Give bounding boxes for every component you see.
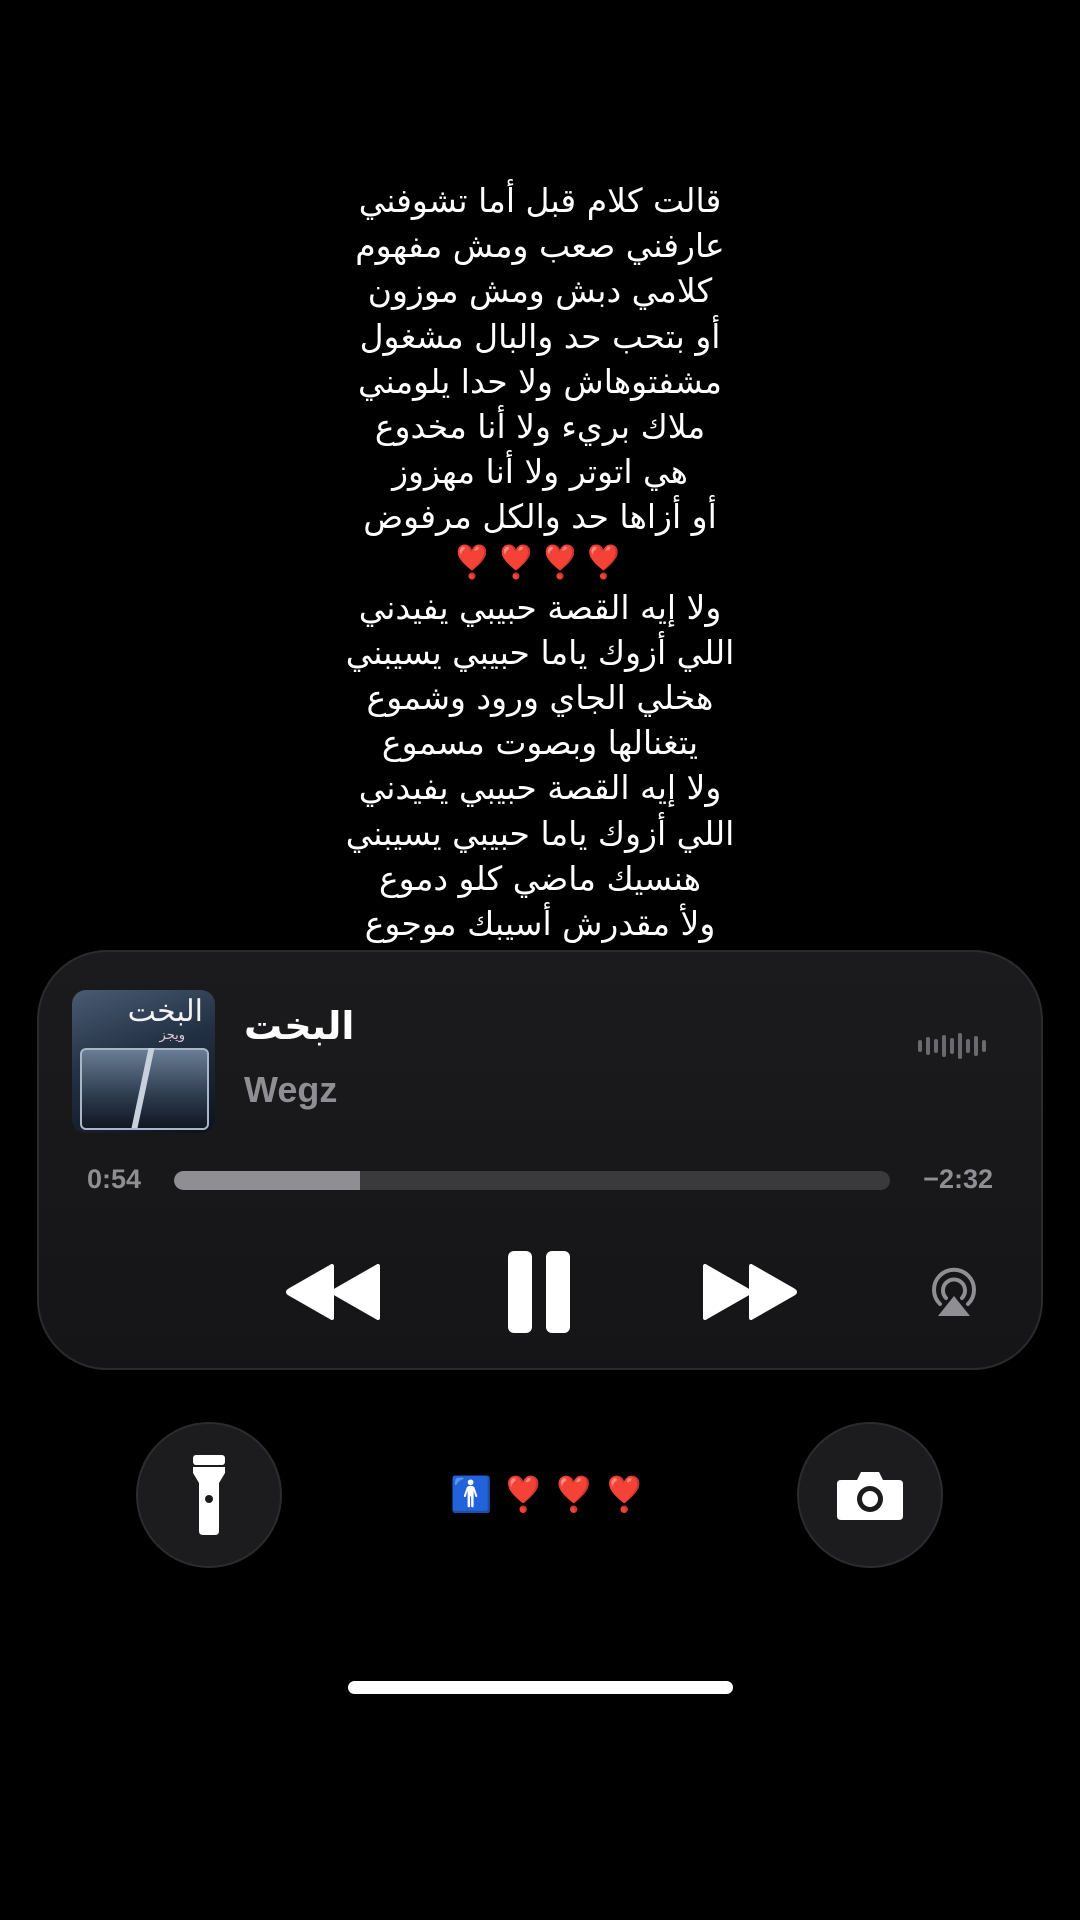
lyric-line: أو بتحب حد والبال مشغول: [359, 316, 721, 356]
artwork-title: البخت: [127, 994, 203, 1029]
lyric-line: هخلي الجاي ورود وشموع: [366, 678, 714, 718]
lyric-line: ولأ مقدرش أسيبك موجوع: [364, 904, 716, 943]
fast-forward-icon: [703, 1264, 797, 1320]
lyric-line: يتغنالها وبصوت مسموع: [381, 723, 699, 763]
lyric-line: ملاك بريء ولا أنا مخدوع: [374, 406, 706, 446]
lyric-line: عارفني صعب ومش مفهوم: [355, 226, 725, 266]
lyrics-block: قالت كلام قبل أما تشوفني عارفني صعب ومش …: [0, 178, 1080, 946]
now-playing-widget[interactable]: البخت ويجز البخت Wegz 0:54 −2:32: [37, 950, 1043, 1370]
lyric-line: اللي أزوك ياما حبيبي يسيبني: [345, 813, 735, 853]
airplay-icon: [932, 1267, 976, 1316]
flashlight-icon: [193, 1455, 225, 1535]
time-remaining: −2:32: [923, 1164, 993, 1194]
lyric-line: ولا إيه القصة حبيبي يفيدني: [358, 768, 722, 808]
lyric-line: قالت كلام قبل أما تشوفني: [358, 181, 722, 220]
lyric-line: اللي أزوك ياما حبيبي يسيبني: [345, 632, 735, 672]
camera-icon: [837, 1472, 903, 1520]
lyric-line: كلامي دبش ومش موزون: [367, 271, 713, 311]
lyric-hearts: ❣️❣️❣️❣️: [452, 542, 628, 581]
time-elapsed: 0:54: [87, 1164, 142, 1194]
camera-button[interactable]: [797, 1422, 943, 1568]
home-indicator[interactable]: [348, 1681, 733, 1694]
lockscreen-status: 🚹 ❣️❣️❣️: [450, 1472, 645, 1518]
lyric-line: هنسيك ماضي كلو دموع: [378, 858, 702, 898]
pause-icon: [508, 1251, 570, 1333]
artwork-subtitle: ويجز: [159, 1028, 185, 1043]
next-track-button[interactable]: [699, 1252, 799, 1332]
lyric-line: أو أزاها حد والكل مرفوض: [363, 497, 717, 537]
track-title: البخت: [244, 1004, 355, 1048]
person-emoji: 🚹: [450, 1475, 493, 1515]
track-artist: Wegz: [244, 1069, 338, 1110]
waveform-icon: [918, 1032, 986, 1060]
lyric-line: هي اتوتر ولا أنا مهزوز: [392, 452, 688, 492]
rewind-icon: [286, 1264, 380, 1320]
airplay-button[interactable]: [919, 1257, 989, 1327]
lyric-line: ولا إيه القصة حبيبي يفيدني: [358, 587, 722, 627]
lyric-line: مشفتوهاش ولا حدا يلومني: [358, 361, 722, 401]
pause-button[interactable]: [494, 1237, 584, 1347]
flashlight-button[interactable]: [136, 1422, 282, 1568]
hearts-emoji: ❣️❣️❣️: [502, 1475, 654, 1515]
album-artwork[interactable]: البخت ويجز: [72, 990, 215, 1133]
previous-track-button[interactable]: [284, 1252, 384, 1332]
progress-fill: [174, 1171, 361, 1190]
progress-scrubber[interactable]: [174, 1171, 890, 1190]
